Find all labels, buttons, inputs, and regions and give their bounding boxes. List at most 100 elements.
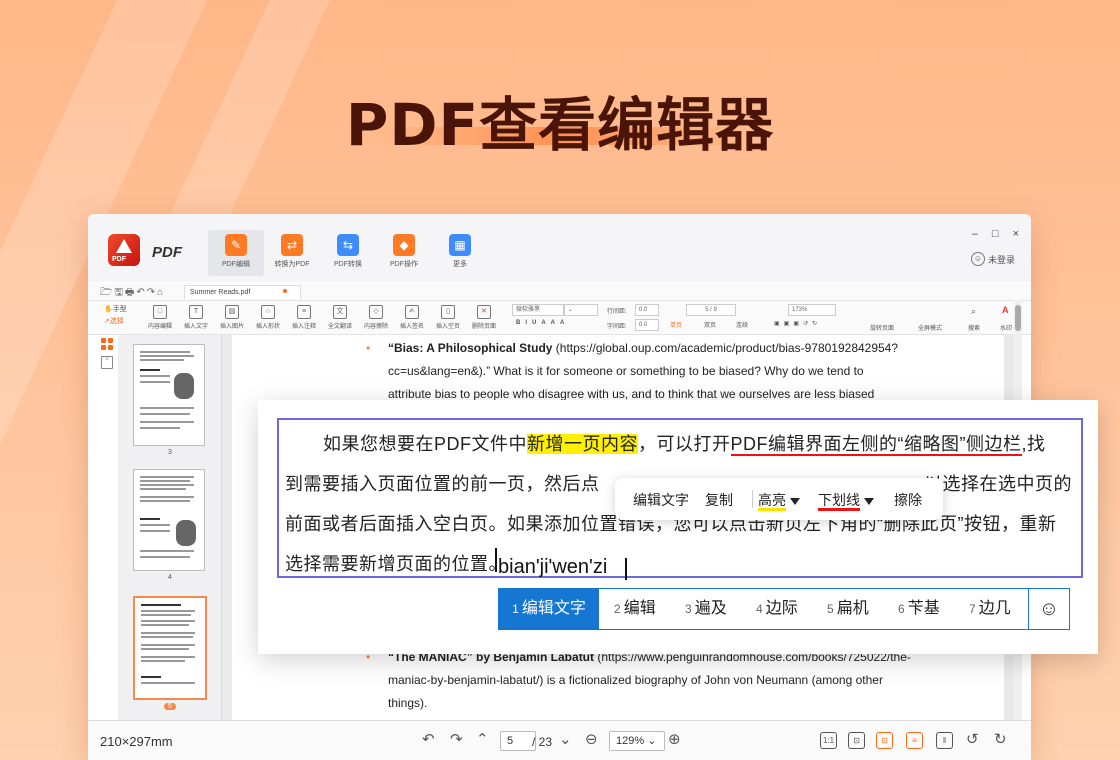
undo-icon[interactable]: ↶: [422, 732, 435, 748]
nav-label: PDF转换: [334, 261, 362, 268]
top-nav: ✎ PDF编辑 ⇄ 转换为PDF ⇆ PDF转换 ◆ PDF操作 ▦ 更多: [208, 230, 488, 276]
nav-pdf-convert[interactable]: ⇆ PDF转换: [320, 230, 376, 276]
prev-page-icon[interactable]: ⌃: [476, 732, 489, 748]
ime-pinyin-input: bian'ji'wen'zi: [498, 556, 608, 578]
emoji-icon[interactable]: ☺: [1028, 589, 1069, 629]
maximize-button[interactable]: □: [992, 228, 999, 240]
tool-insert-note[interactable]: ≡ 插入注释: [286, 303, 322, 330]
nav-label: PDF编辑: [222, 261, 250, 268]
ime-candidate[interactable]: 1 编辑文字: [499, 589, 599, 629]
portrait-image: [174, 373, 194, 399]
redo-icon[interactable]: ↷: [450, 732, 463, 748]
quick-access-icons[interactable]: 🗁🖫🖶↶↷⌂: [100, 285, 165, 302]
menu-edit-text[interactable]: 编辑文字: [633, 490, 689, 510]
single-page-view-button[interactable]: ≡: [906, 732, 923, 749]
thumbnail-page-number: 3: [168, 449, 172, 456]
view-fit-buttons[interactable]: ▣▣▣↺↻: [774, 320, 821, 327]
doc-line: cc=us&lang=en&).” What is it for someone…: [388, 364, 864, 378]
ribbon-zoom-select[interactable]: 173%: [788, 304, 836, 316]
nav-more[interactable]: ▦ 更多: [432, 230, 488, 276]
font-style-buttons[interactable]: BIUAAA: [516, 320, 569, 326]
rotate-right-icon[interactable]: ↻: [994, 732, 1007, 748]
menu-copy[interactable]: 复制: [705, 490, 733, 510]
ribbon-page-input[interactable]: 5 / 9: [686, 304, 736, 316]
tool-insert-text[interactable]: T 插入文字: [178, 303, 214, 330]
nav-pdf-edit[interactable]: ✎ PDF编辑: [208, 230, 264, 276]
ime-candidate-bar: 1 编辑文字 2 编辑 3 遍及 4 边际 5 扁机 6 苄基 7 边几 ☺: [498, 588, 1070, 630]
nav-pdf-operate[interactable]: ◆ PDF操作: [376, 230, 432, 276]
ime-candidate[interactable]: 6 苄基: [898, 589, 940, 629]
char-spacing-input[interactable]: 0.0: [635, 319, 659, 331]
double-page-view-button[interactable]: ‖: [936, 732, 953, 749]
login-button[interactable]: ☺ 未登录: [970, 252, 1015, 266]
edit-text-line: 如果您想要在PDF文件中新增一页内容，可以打开PDF编辑界面左侧的“缩略图”侧边…: [323, 434, 1046, 456]
outline-list-icon[interactable]: ≡: [101, 356, 113, 369]
next-page-icon[interactable]: ⌄: [559, 732, 572, 748]
edit-doc-icon: ✎: [225, 234, 247, 256]
image-icon: ▨: [225, 305, 239, 319]
ime-candidate[interactable]: 3 遍及: [685, 589, 727, 629]
close-button[interactable]: ×: [1013, 228, 1019, 240]
tool-erase[interactable]: ◇ 内容擦除: [358, 303, 394, 330]
font-select[interactable]: 微软雅黑: [512, 304, 564, 316]
select-mode-button[interactable]: ➚选择: [104, 316, 127, 328]
char-spacing-label: 字间距:: [607, 324, 627, 330]
page-number-input[interactable]: 5: [500, 731, 536, 751]
edit-text-line: 到需要插入页面位置的前一页，然后点: [285, 474, 600, 494]
nav-label: PDF操作: [390, 261, 418, 268]
fit-page-button[interactable]: ⊡: [848, 732, 865, 749]
minimize-button[interactable]: –: [972, 228, 978, 240]
font-size-select[interactable]: ⌄: [564, 304, 598, 316]
menu-erase[interactable]: 擦除: [894, 490, 922, 510]
tool-insert-shape[interactable]: ○ 插入形状: [250, 303, 286, 330]
pdf-operate-icon: ◆: [393, 234, 415, 256]
ime-candidate[interactable]: 5 扁机: [827, 589, 869, 629]
note-icon: ≡: [297, 305, 311, 319]
single-page-button[interactable]: 单页: [670, 320, 682, 329]
page-thumbnail[interactable]: [133, 344, 205, 446]
thumbnail-grid-icon[interactable]: [101, 338, 113, 350]
text-cursor: [495, 548, 497, 572]
zoom-in-icon[interactable]: ⊕: [668, 732, 681, 748]
page-thumbnail[interactable]: [133, 469, 205, 571]
translate-icon: 文: [333, 305, 347, 319]
fullscreen-button[interactable]: 全屏模式: [918, 323, 942, 332]
fit-width-button[interactable]: ⊡: [876, 732, 893, 749]
nav-label: 转换为PDF: [274, 261, 310, 268]
zoom-select[interactable]: 129% ⌄: [609, 731, 665, 751]
double-page-button[interactable]: 双页: [704, 320, 716, 329]
shape-icon: ○: [261, 305, 275, 319]
signature-icon: ✍: [405, 305, 419, 319]
watermark-button[interactable]: 水印: [1000, 323, 1012, 332]
nav-convert-to-pdf[interactable]: ⇄ 转换为PDF: [264, 230, 320, 276]
ime-candidate[interactable]: 2 编辑: [614, 589, 656, 629]
thumbnail-sidebar: 3 4 5: [119, 335, 222, 720]
zoom-out-icon[interactable]: ⊖: [585, 732, 598, 748]
ime-candidate[interactable]: 7 边几: [969, 589, 1011, 629]
text-edit-box[interactable]: 如果您想要在PDF文件中新增一页内容，可以打开PDF编辑界面左侧的“缩略图”侧边…: [277, 418, 1083, 578]
tool-delete-page[interactable]: ✕ 删除页面: [466, 303, 502, 330]
ime-candidate[interactable]: 4 边际: [756, 589, 798, 629]
app-name: PDF: [152, 244, 182, 261]
menu-underline[interactable]: 下划线: [818, 490, 874, 511]
continuous-button[interactable]: 连续: [736, 320, 748, 329]
actual-size-button[interactable]: 1:1: [820, 732, 837, 749]
tool-content-edit[interactable]: □ 内容编辑: [142, 303, 178, 330]
tool-translate[interactable]: 文全文翻译: [322, 303, 358, 330]
line-spacing-input[interactable]: 0.0: [635, 304, 659, 316]
rotate-left-icon[interactable]: ↺: [966, 732, 979, 748]
blank-page-icon: ▯: [441, 305, 455, 319]
tool-insert-image[interactable]: ▨ 插入图片: [214, 303, 250, 330]
login-label: 未登录: [987, 254, 1015, 265]
tool-insert-blank[interactable]: ▯ 插入空页: [430, 303, 466, 330]
rotate-page-button[interactable]: 旋转页面: [870, 323, 894, 332]
watermark-icon: A: [1002, 305, 1009, 315]
file-tab-bar: 🗁🖫🖶↶↷⌂ Summer Reads.pdf: [88, 283, 1031, 301]
menu-highlight[interactable]: 高亮: [758, 490, 800, 511]
hand-mode-button[interactable]: ✋手型: [104, 304, 127, 316]
search-button[interactable]: 搜索: [968, 323, 980, 332]
tool-signature[interactable]: ✍ 插入签名: [394, 303, 430, 330]
page-thumbnail-selected[interactable]: [133, 596, 207, 700]
convert-to-pdf-icon: ⇄: [281, 234, 303, 256]
doc-edit-icon: □: [153, 305, 167, 319]
